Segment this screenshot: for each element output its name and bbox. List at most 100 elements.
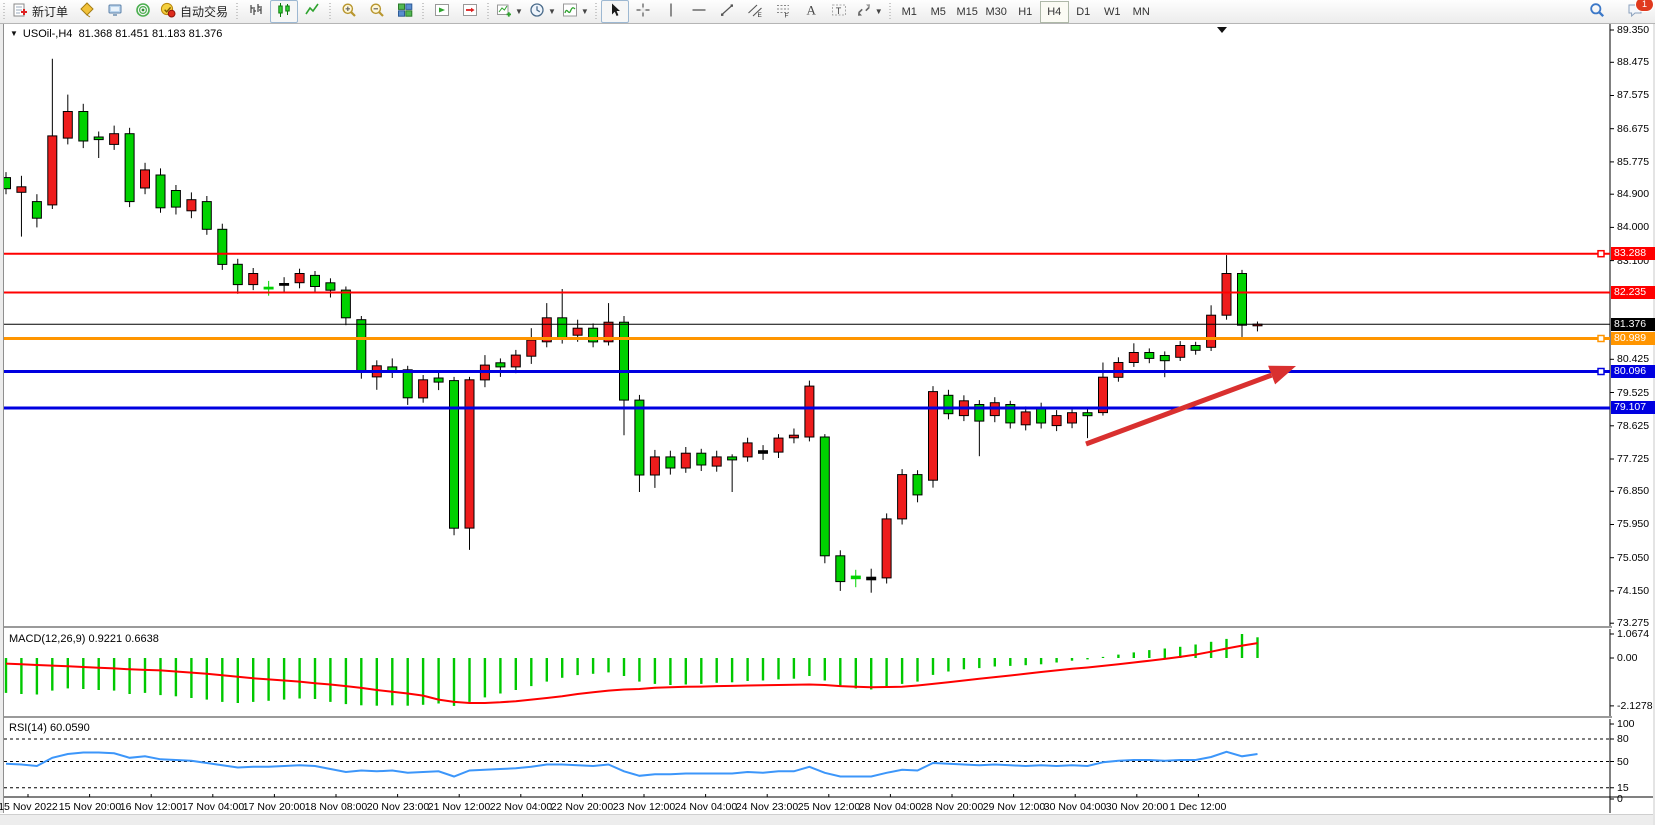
toolbar-grip[interactable] xyxy=(328,3,333,21)
line-chart-button[interactable] xyxy=(298,0,326,23)
search-button[interactable] xyxy=(1583,0,1611,23)
chevron-down-icon[interactable]: ▼ xyxy=(581,7,589,16)
new-chart-button[interactable]: ▼ xyxy=(493,0,526,23)
chart-canvas xyxy=(0,0,1655,825)
indicators-icon xyxy=(562,2,578,21)
periods-button[interactable]: ▼ xyxy=(526,0,559,23)
time-axis-label: 1 Dec 12:00 xyxy=(1161,801,1235,813)
vertical-line-tool-button[interactable] xyxy=(657,0,685,23)
macd-tick-label: 1.0674 xyxy=(1617,628,1655,640)
channel-icon: E xyxy=(747,2,763,21)
crosshair-tool-button[interactable] xyxy=(629,0,657,23)
community-button[interactable] xyxy=(73,0,101,23)
pane-separator-macd[interactable] xyxy=(0,626,1612,629)
label-icon: T xyxy=(831,2,847,21)
price-tick-label: 75.950 xyxy=(1617,518,1655,530)
timeframe-m30-button[interactable]: M30 xyxy=(982,1,1011,23)
trendline-tool-button[interactable] xyxy=(713,0,741,23)
title-collapse-arrow-icon[interactable]: ▼ xyxy=(10,29,18,38)
chart-line-icon xyxy=(304,2,320,21)
timeframe-d1-button[interactable]: D1 xyxy=(1069,1,1098,23)
auto-scroll-button[interactable] xyxy=(428,0,456,23)
fibonacci-tool-button[interactable]: F xyxy=(769,0,797,23)
macd-indicator-label: MACD(12,26,9) 0.9221 0.6638 xyxy=(9,633,159,645)
rsi-tick-label: 80 xyxy=(1617,733,1655,745)
toolbar-grip[interactable] xyxy=(235,3,240,21)
tile-windows-icon xyxy=(397,2,413,21)
vline-icon xyxy=(663,2,679,21)
window-bottom-strip xyxy=(0,814,1655,825)
new-order-button-label: 新订单 xyxy=(30,3,70,20)
toolbar-grip[interactable] xyxy=(486,3,491,21)
bar-chart-button[interactable] xyxy=(242,0,270,23)
candlestick-chart-button[interactable] xyxy=(270,0,298,23)
horizontal-line-tool-button[interactable] xyxy=(685,0,713,23)
price-tick-label: 79.525 xyxy=(1617,387,1655,399)
timeframe-h4-button[interactable]: H4 xyxy=(1040,1,1069,23)
chart-shift-button[interactable] xyxy=(456,0,484,23)
new-order-icon xyxy=(12,2,28,21)
price-tick-label: 88.475 xyxy=(1617,56,1655,68)
zoom-in-button[interactable] xyxy=(335,0,363,23)
zoom-out-button[interactable] xyxy=(363,0,391,23)
vps-button[interactable] xyxy=(101,0,129,23)
price-tick-label: 77.725 xyxy=(1617,453,1655,465)
text-label-tool-button[interactable]: T xyxy=(825,0,853,23)
price-tick-label: 74.150 xyxy=(1617,585,1655,597)
price-line-badge: 80.096 xyxy=(1611,365,1655,378)
autotrading-button[interactable]: 自动交易 xyxy=(157,0,233,23)
period-icon xyxy=(529,2,545,21)
cursor-icon xyxy=(607,2,623,21)
chart-symbol-timeframe: USOil-,H4 xyxy=(23,28,73,40)
vps-icon xyxy=(107,2,123,21)
indicators-button[interactable]: ▼ xyxy=(559,0,592,23)
price-tick-label: 86.675 xyxy=(1617,123,1655,135)
zoom-in-icon xyxy=(341,2,357,21)
fibonacci-icon: F xyxy=(775,2,791,21)
toolbar-grip[interactable] xyxy=(2,3,7,21)
chat-button[interactable]: 1 xyxy=(1621,0,1649,23)
pane-separator-rsi[interactable] xyxy=(0,716,1612,719)
autotrading-icon xyxy=(160,2,176,21)
price-tick-label: 80.425 xyxy=(1617,353,1655,365)
arrows-tool-button[interactable]: ▼ xyxy=(853,0,886,23)
price-line-badge: 82.235 xyxy=(1611,286,1655,299)
text-icon: A xyxy=(803,2,819,21)
chart-ohlc-values: 81.368 81.451 81.183 81.376 xyxy=(79,28,223,40)
hline-icon xyxy=(691,2,707,21)
tile-windows-button[interactable] xyxy=(391,0,419,23)
timeframe-h1-button[interactable]: H1 xyxy=(1011,1,1040,23)
cursor-tool-button[interactable] xyxy=(601,0,629,23)
timeframe-m5-button[interactable]: M5 xyxy=(924,1,953,23)
price-line-badge: 81.376 xyxy=(1611,318,1655,331)
chart-bars-icon xyxy=(248,2,264,21)
text-tool-button[interactable]: A xyxy=(797,0,825,23)
search-icon xyxy=(1589,2,1605,21)
chevron-down-icon[interactable]: ▼ xyxy=(875,7,883,16)
svg-text:F: F xyxy=(784,13,788,19)
timeframe-w1-button[interactable]: W1 xyxy=(1098,1,1127,23)
price-tick-label: 75.050 xyxy=(1617,552,1655,564)
rsi-tick-label: 100 xyxy=(1617,718,1655,730)
price-tick-label: 84.000 xyxy=(1617,221,1655,233)
crosshair-icon xyxy=(635,2,651,21)
rsi-tick-label: 0 xyxy=(1617,793,1655,805)
new-chart-icon xyxy=(496,2,512,21)
rsi-tick-label: 50 xyxy=(1617,756,1655,768)
main-toolbar: 新订单 自动交易 ▼ ▼ ▼ E F AT ▼ M1M5M15M30H1H4D1W1MN 1 xyxy=(0,0,1655,24)
kite-icon xyxy=(79,2,95,21)
chevron-down-icon[interactable]: ▼ xyxy=(515,7,523,16)
price-tick-label: 78.625 xyxy=(1617,420,1655,432)
toolbar-grip[interactable] xyxy=(888,3,893,21)
timeframe-m15-button[interactable]: M15 xyxy=(953,1,982,23)
signals-button[interactable] xyxy=(129,0,157,23)
svg-text:A: A xyxy=(806,3,816,18)
chevron-down-icon[interactable]: ▼ xyxy=(548,7,556,16)
toolbar-grip[interactable] xyxy=(421,3,426,21)
new-order-button[interactable]: 新订单 xyxy=(9,0,73,23)
timeframe-m1-button[interactable]: M1 xyxy=(895,1,924,23)
equidistant-channel-tool-button[interactable]: E xyxy=(741,0,769,23)
timeframe-mn-button[interactable]: MN xyxy=(1127,1,1156,23)
toolbar-grip[interactable] xyxy=(594,3,599,21)
chart-candles-icon xyxy=(276,2,292,21)
